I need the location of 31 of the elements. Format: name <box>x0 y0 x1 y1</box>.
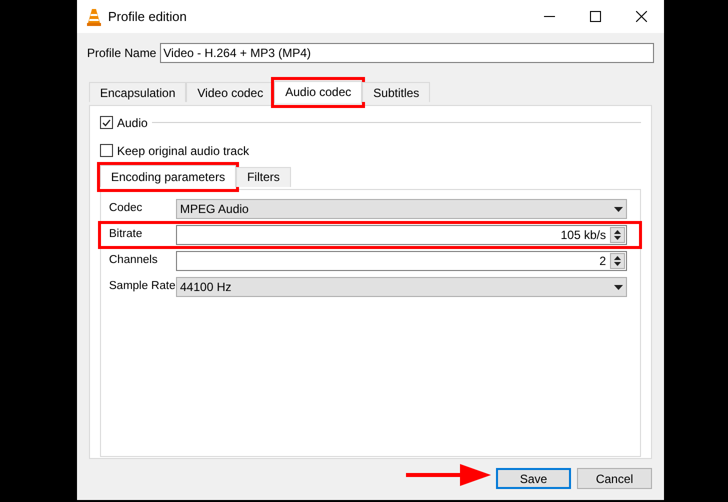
tab[interactable]: Encoding parameters <box>100 165 236 187</box>
dropdown-caret-icon <box>614 284 623 290</box>
spin-arrows-icon[interactable] <box>610 253 625 269</box>
checkbox-label: Keep original audio track <box>117 142 250 160</box>
checkbox[interactable] <box>100 116 113 129</box>
tab[interactable]: Encapsulation <box>89 82 186 102</box>
checkbox-label: Audio <box>117 114 148 132</box>
field-label: Bitrate <box>109 227 144 242</box>
field-label: Codec <box>109 201 144 216</box>
maximize-icon <box>590 11 600 22</box>
tab[interactable]: Filters <box>236 166 291 186</box>
spin-arrows-icon[interactable] <box>610 227 625 243</box>
close-icon <box>636 11 646 22</box>
minimize-icon <box>544 16 554 17</box>
traffic-cone-icon <box>86 8 102 26</box>
checkbox[interactable] <box>100 144 113 157</box>
number-field[interactable]: 105 kb/s <box>176 225 627 245</box>
tab[interactable]: Subtitles <box>362 82 430 102</box>
dialog-button[interactable]: Cancel <box>577 468 652 489</box>
number-field[interactable]: 2 <box>176 251 627 271</box>
tab[interactable]: Audio codec <box>274 80 362 102</box>
check-icon <box>102 118 111 126</box>
field-label: Sample Rate <box>109 279 176 294</box>
dropdown-caret-icon <box>614 206 623 212</box>
dialog-button[interactable]: Save <box>496 468 571 488</box>
dropdown[interactable]: MPEG Audio <box>176 199 627 219</box>
profile-name-field[interactable]: Video - H.264 + MP3 (MP4) <box>160 43 654 63</box>
field-label: Channels <box>109 253 159 268</box>
field-label: Profile Name <box>87 45 156 62</box>
window-title: Profile edition <box>108 8 188 26</box>
dropdown[interactable]: 44100 Hz <box>176 277 627 297</box>
